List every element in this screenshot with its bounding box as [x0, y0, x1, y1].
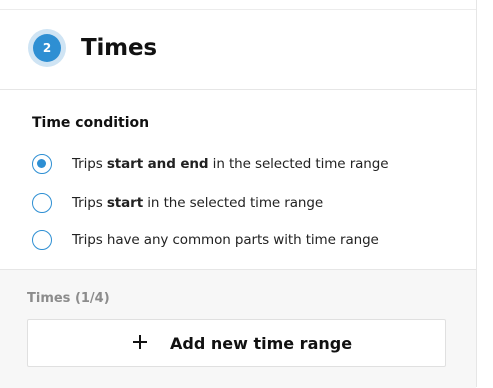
time-condition-title: Time condition [32, 115, 150, 131]
section-header: 2 Times [0, 10, 476, 90]
add-time-range-label: Add new time range [170, 334, 353, 353]
radio-common-parts[interactable]: Trips have any common parts with time ra… [32, 230, 462, 254]
radio-dot [37, 159, 46, 168]
plus-icon [132, 333, 150, 351]
radio-label-start: Trips start in the selected time range [72, 195, 324, 211]
radio-start-and-end[interactable]: Trips start and end in the selected time… [32, 154, 462, 178]
radio-label-start-and-end: Trips start and end in the selected time… [72, 156, 389, 172]
radio-button[interactable] [32, 230, 52, 250]
radio-start[interactable]: Trips start in the selected time range [32, 193, 462, 217]
section-title: Times [81, 35, 157, 61]
radio-label-common-parts: Trips have any common parts with time ra… [72, 232, 379, 248]
radio-button[interactable] [32, 193, 52, 213]
radio-button-selected[interactable] [32, 154, 52, 174]
step-number: 2 [33, 34, 61, 62]
times-list-area: Times (1/4) Add new time range [0, 269, 476, 388]
add-time-range-button[interactable]: Add new time range [27, 319, 446, 367]
times-count-label: Times (1/4) [27, 291, 110, 306]
step-badge: 2 [28, 29, 66, 67]
times-panel: 2 Times Time condition Trips start and e… [0, 0, 476, 388]
panel-right-border [476, 0, 477, 387]
